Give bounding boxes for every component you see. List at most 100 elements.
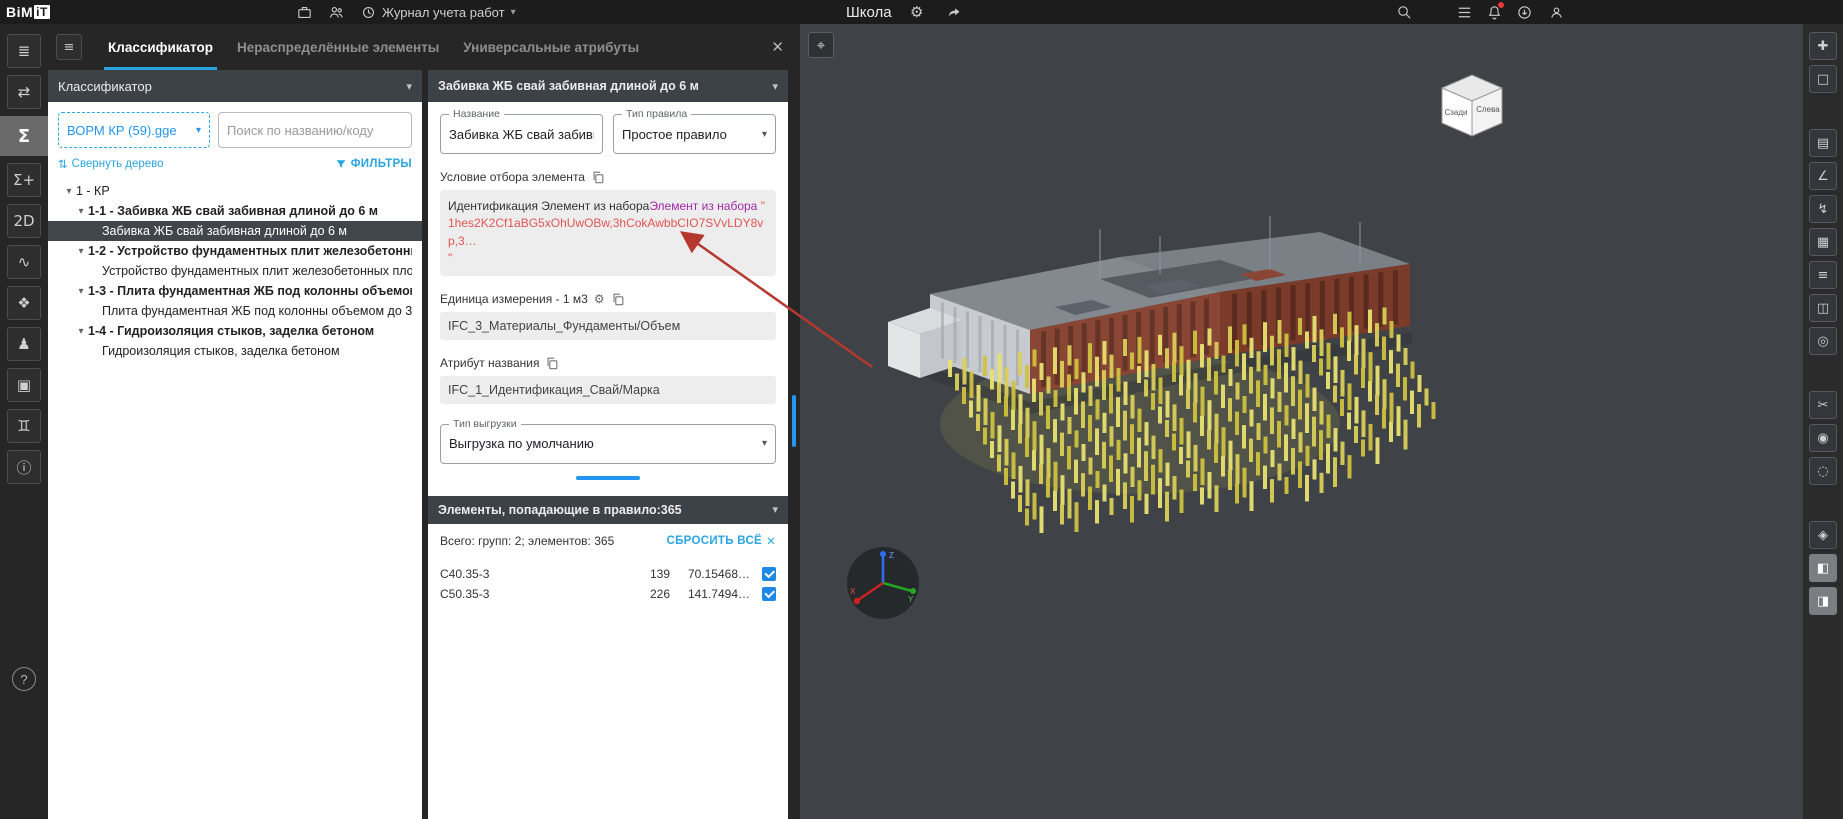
measure-icon[interactable]: ∠ bbox=[1809, 162, 1837, 190]
user-account-icon[interactable] bbox=[1544, 0, 1568, 24]
classifier-file-select[interactable]: ВОРМ КР (59).gge ▾ bbox=[58, 112, 210, 148]
panel-menu-icon[interactable]: ≡ bbox=[56, 34, 82, 60]
tree-node-1-2[interactable]: ▾ 1-2 - Устройство фундаментных плит жел… bbox=[58, 241, 412, 261]
scrollbar-thumb[interactable] bbox=[792, 395, 796, 447]
element-group-row[interactable]: С50.35-3 226 141.7494… bbox=[440, 584, 776, 604]
grid-icon[interactable]: ▦ bbox=[1809, 228, 1837, 256]
share-icon[interactable] bbox=[942, 0, 966, 24]
tree-node-root[interactable]: ▾ 1 - КР bbox=[58, 181, 412, 201]
visibility-icon[interactable]: ◉ bbox=[1809, 424, 1837, 452]
help-icon[interactable]: ? bbox=[12, 667, 36, 691]
tree-node-label: Гидроизоляция стыков, заделка бетоном bbox=[102, 344, 340, 358]
collapse-tree-label: Свернуть дерево bbox=[72, 158, 164, 170]
collapse-tree-icon: ⇅ bbox=[58, 157, 68, 171]
view-cube-left-label[interactable]: Сзади bbox=[1444, 108, 1467, 117]
tab-classifier[interactable]: Классификатор bbox=[96, 24, 225, 70]
tree-node-1-4[interactable]: ▾ 1-4 - Гидроизоляция стыков, заделка бе… bbox=[58, 321, 412, 341]
axis-gizmo[interactable]: Z Y X bbox=[844, 544, 922, 622]
caret-expanded-icon[interactable]: ▾ bbox=[74, 326, 88, 337]
briefcase-icon[interactable] bbox=[292, 1, 316, 23]
group-checkbox[interactable] bbox=[762, 567, 776, 581]
collapse-tree-link[interactable]: ⇅ Свернуть дерево bbox=[58, 157, 164, 171]
pan-tool-icon[interactable]: ✚ bbox=[1809, 32, 1837, 60]
hide-element-icon[interactable]: ◌ bbox=[1809, 457, 1837, 485]
history-icon[interactable] bbox=[356, 1, 380, 23]
model-tree-icon[interactable]: ≣ bbox=[7, 34, 41, 68]
team-icon[interactable] bbox=[324, 1, 348, 23]
caret-expanded-icon[interactable]: ▾ bbox=[62, 186, 76, 197]
chevron-down-icon[interactable]: ▾ bbox=[772, 80, 778, 93]
reset-all-button[interactable]: СБРОСИТЬ ВСЁ ✕ bbox=[667, 534, 777, 548]
close-icon[interactable]: ✕ bbox=[771, 38, 784, 56]
clip-plane-icon[interactable]: ✂ bbox=[1809, 391, 1837, 419]
group-checkbox[interactable] bbox=[762, 587, 776, 601]
caret-expanded-icon[interactable]: ▾ bbox=[74, 206, 88, 217]
tree-node-1-1[interactable]: ▾ 1-1 - Забивка ЖБ свай забивная длиной … bbox=[58, 201, 412, 221]
chevron-down-icon[interactable]: ▾ bbox=[406, 80, 412, 93]
model-viewport[interactable]: ⌖ Сзади Слева Z Y X bbox=[800, 24, 1803, 819]
view-2d-icon[interactable]: 2D bbox=[7, 204, 41, 238]
condition-box[interactable]: Идентификация Элемент из набораЭлемент и… bbox=[440, 190, 776, 276]
projects-icon[interactable]: ▣ bbox=[7, 368, 41, 402]
plugins-icon[interactable]: ❖ bbox=[7, 286, 41, 320]
classifier-panel: Классификатор ▾ ВОРМ КР (59).gge ▾ ⇅ bbox=[48, 70, 422, 819]
panel-scrollbar-horizontal[interactable] bbox=[576, 476, 640, 480]
tab-universal[interactable]: Универсальные атрибуты bbox=[451, 24, 651, 70]
project-name[interactable]: Школа bbox=[846, 0, 892, 24]
caret-expanded-icon[interactable]: ▾ bbox=[74, 246, 88, 257]
condition-set-link[interactable]: Элемент из набора bbox=[649, 199, 757, 213]
export-type-value: Выгрузка по умолчанию bbox=[449, 436, 762, 451]
transparency-icon[interactable]: ◨ bbox=[1809, 587, 1837, 615]
ghost-mode-icon[interactable]: ◧ bbox=[1809, 554, 1837, 582]
name-input[interactable] bbox=[449, 127, 594, 142]
levels-icon[interactable]: ≡ bbox=[1809, 261, 1837, 289]
element-group-row[interactable]: С40.35-3 139 70.15468… bbox=[440, 564, 776, 584]
list-menu-icon[interactable] bbox=[1452, 0, 1476, 24]
view-cube[interactable]: Сзади Слева bbox=[1432, 64, 1512, 144]
caret-expanded-icon[interactable]: ▾ bbox=[74, 286, 88, 297]
focus-target-icon[interactable]: ⌖ bbox=[808, 32, 834, 58]
focus-model-icon[interactable]: ◎ bbox=[1809, 327, 1837, 355]
charts-icon[interactable]: ∿ bbox=[7, 245, 41, 279]
chevron-down-icon[interactable]: ▾ bbox=[772, 503, 778, 516]
notification-badge bbox=[1498, 2, 1504, 8]
selection-box-icon[interactable]: □ bbox=[1809, 65, 1837, 93]
connections-icon[interactable]: ⇄ bbox=[7, 75, 41, 109]
export-type-select[interactable]: Тип выгрузки Выгрузка по умолчанию ▾ bbox=[440, 424, 776, 464]
view-cube-right-label[interactable]: Слева bbox=[1476, 105, 1500, 114]
gear-icon[interactable]: ⚙ bbox=[910, 0, 923, 24]
rule-type-value: Простое правило bbox=[622, 127, 762, 142]
classifier-header[interactable]: Классификатор ▾ bbox=[48, 70, 422, 102]
update-icon[interactable] bbox=[1512, 0, 1536, 24]
search-input[interactable] bbox=[218, 112, 412, 148]
tree-leaf[interactable]: Устройство фундаментных плит железобетон… bbox=[58, 261, 412, 281]
notifications-bell-icon[interactable] bbox=[1482, 0, 1506, 24]
search-icon[interactable] bbox=[1392, 0, 1416, 24]
user-profile-icon[interactable]: ♟ bbox=[7, 327, 41, 361]
copy-icon[interactable] bbox=[611, 292, 625, 306]
info-icon[interactable]: ⓘ bbox=[7, 450, 41, 484]
tree-leaf[interactable]: Гидроизоляция стыков, заделка бетоном bbox=[58, 341, 412, 361]
estimate-sigma-icon[interactable]: Σ bbox=[7, 119, 41, 153]
section-box-icon[interactable]: ◫ bbox=[1809, 294, 1837, 322]
elements-header[interactable]: Элементы, попадающие в правило:365 ▾ bbox=[428, 496, 788, 524]
rule-type-select[interactable]: Тип правила Простое правило ▾ bbox=[613, 114, 776, 154]
journal-dropdown[interactable]: Журнал учета работ ▾ bbox=[382, 0, 516, 24]
tab-unallocated[interactable]: Нераспределённые элементы bbox=[225, 24, 451, 70]
isolate-icon[interactable]: ◈ bbox=[1809, 521, 1837, 549]
tree-leaf[interactable]: Плита фундаментная ЖБ под колонны объемо… bbox=[58, 301, 412, 321]
unit-value[interactable]: IFC_3_Материалы_Фундаменты/Объем bbox=[440, 312, 776, 340]
copy-icon[interactable] bbox=[591, 170, 605, 184]
tree-leaf-selected[interactable]: Забивка ЖБ свай забивная длиной до 6 м bbox=[48, 221, 422, 241]
building-model[interactable] bbox=[800, 24, 1803, 819]
clash-icon[interactable]: ↯ bbox=[1809, 195, 1837, 223]
attribute-value[interactable]: IFC_1_Идентификация_Свай/Марка bbox=[440, 376, 776, 404]
appearance-icon[interactable]: ▤ bbox=[1809, 129, 1837, 157]
filters-button[interactable]: ФИЛЬТРЫ bbox=[335, 157, 412, 171]
estimate-plus-icon[interactable]: Σ+ bbox=[7, 163, 41, 197]
team-panel-icon[interactable]: ♊ bbox=[7, 409, 41, 443]
rule-header[interactable]: Забивка ЖБ свай забивная длиной до 6 м ▾ bbox=[428, 70, 788, 102]
copy-icon[interactable] bbox=[545, 356, 559, 370]
tree-node-1-3[interactable]: ▾ 1-3 - Плита фундаментная ЖБ под колонн… bbox=[58, 281, 412, 301]
unit-gear-icon[interactable]: ⚙ bbox=[594, 292, 605, 306]
